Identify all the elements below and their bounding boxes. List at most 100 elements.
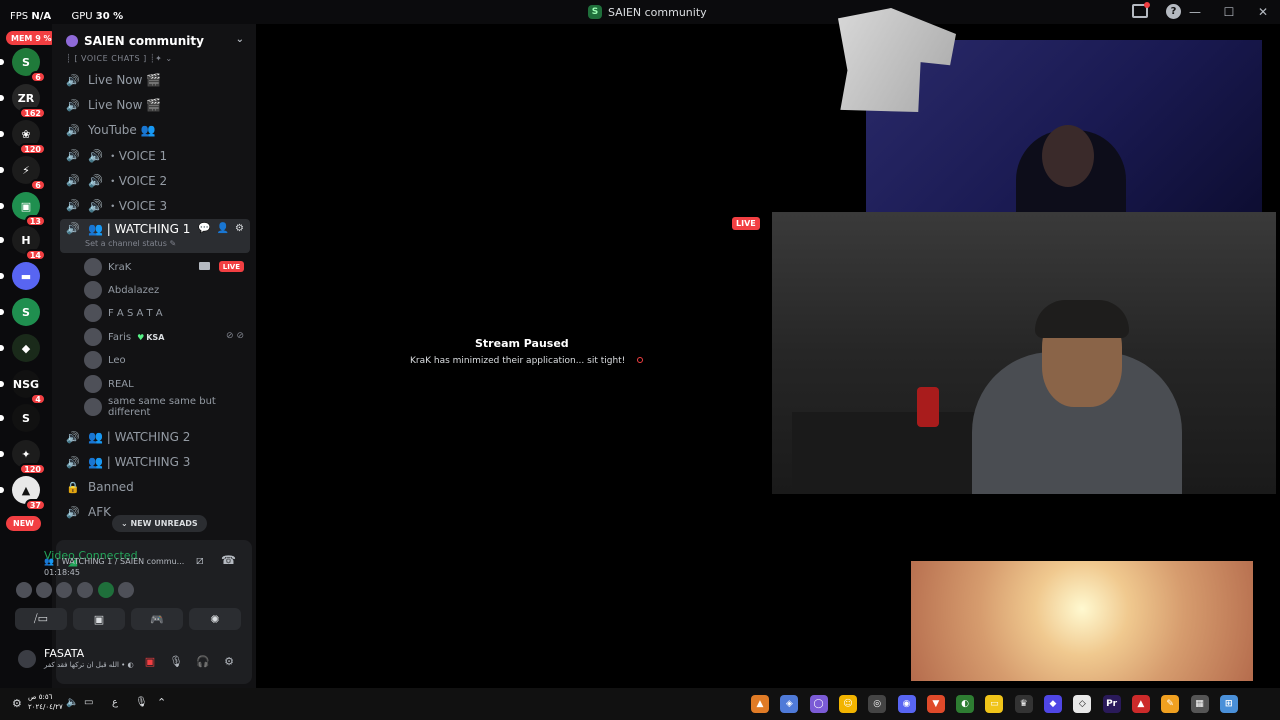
camera-off-icon[interactable]: ▣ <box>142 653 158 669</box>
server-icon[interactable]: S6 <box>0 48 46 83</box>
invite-icon[interactable]: 👤 <box>217 223 229 234</box>
voice-channel-active[interactable]: 🔊 👥 | WATCHING 1 Set a channel status ✎ 💬 👤 ⚙ <box>60 219 250 253</box>
server-icon[interactable]: S <box>0 298 40 326</box>
video-tile-bottom[interactable] <box>911 561 1253 681</box>
live-badge: LIVE <box>732 217 760 230</box>
voice-channel[interactable]: 🔊 YouTube 👥 <box>60 119 250 141</box>
taskbar-app-icon[interactable]: ◆ <box>1044 695 1062 713</box>
chat-icon[interactable]: 💬 <box>198 223 210 234</box>
taskbar-app-icon[interactable]: ☺ <box>838 695 857 713</box>
server-icon[interactable]: NSG 4 <box>0 370 46 405</box>
server-header[interactable]: SAIEN community ⌄ <box>52 28 256 54</box>
server-icon[interactable]: ZR 162 <box>0 84 46 119</box>
minimize-button[interactable]: — <box>1178 0 1212 24</box>
participant-avatar[interactable] <box>16 582 32 598</box>
server-icon[interactable]: ◆ <box>0 334 40 362</box>
voice-user-name: KraK <box>108 261 132 273</box>
participant-avatar[interactable] <box>77 582 93 598</box>
activity-button[interactable]: 🎮 <box>131 608 183 630</box>
voice-channel[interactable]: 🔊 Live Now 🎬 <box>60 94 250 116</box>
mem-value: 9 % <box>35 33 52 43</box>
voice-channel[interactable]: 🔊 👥 | WATCHING 2 <box>60 426 250 448</box>
taskbar-app-icon[interactable]: ⊞ <box>1219 695 1238 713</box>
clock-time: ٥:٥٦ ص <box>28 693 53 701</box>
chevron-up-icon[interactable]: ⌃ <box>157 696 166 709</box>
voice-user[interactable]: Faris ♥ KSA ⊘ ⊘ <box>84 327 248 347</box>
maximize-button[interactable]: ☐ <box>1212 0 1246 24</box>
new-unreads-pill[interactable]: ⌄ NEW UNREADS <box>112 515 207 532</box>
volume-icon[interactable]: 🔈 <box>66 697 78 708</box>
voice-channel[interactable]: 🔊 👥 | WATCHING 3 <box>60 451 250 473</box>
participant-avatar[interactable] <box>56 582 72 598</box>
microphone-icon[interactable]: 🎙 <box>168 653 184 669</box>
voice-user[interactable]: Leo <box>84 350 248 370</box>
avatar <box>84 258 102 276</box>
share-screen-button[interactable]: ▣ <box>73 608 125 630</box>
microphone-shape <box>917 387 939 427</box>
voice-user[interactable]: F A S A T A <box>84 303 248 323</box>
settings-icon[interactable]: ⚙ <box>12 697 22 710</box>
taskbar-app-icon[interactable]: ▦ <box>1190 695 1209 713</box>
server-icon[interactable]: S <box>0 404 40 432</box>
server-icon[interactable]: ▬ <box>0 262 40 290</box>
taskbar-app-icon[interactable]: ▭ <box>985 695 1004 713</box>
voice-user-name: Abdalazez <box>108 284 160 296</box>
server-icon[interactable]: ❀ 120 <box>0 120 46 155</box>
fps-label: FPS <box>10 11 29 22</box>
participant-avatar[interactable] <box>98 582 114 598</box>
close-button[interactable]: ✕ <box>1246 0 1280 24</box>
server-icon[interactable]: H 14 <box>0 226 46 261</box>
soundboard-button[interactable]: ✺ <box>189 608 241 630</box>
custom-status[interactable]: الله قبل ان تركها فقد كفر • ◐ <box>44 661 134 669</box>
taskbar-app-icon[interactable]: ▲ <box>1131 695 1150 713</box>
language-indicator[interactable]: ع <box>112 697 118 708</box>
camera-off-button[interactable]: ⧸▭ <box>15 608 67 630</box>
voice-channel[interactable]: 🔒 Banned <box>60 476 250 498</box>
taskbar-app-icon[interactable]: ◯ <box>809 695 828 713</box>
avatar[interactable] <box>18 650 36 668</box>
voice-user[interactable]: Abdalazez <box>84 280 248 300</box>
window-title: S SAIEN community <box>588 4 707 20</box>
inbox-icon[interactable] <box>1132 2 1150 18</box>
username[interactable]: FASATA <box>44 647 84 660</box>
voice-channel[interactable]: 🔊 Live Now 🎬 <box>60 69 250 91</box>
live-badge[interactable]: LIVE <box>218 261 244 272</box>
taskbar-app-icon[interactable]: ✎ <box>1161 695 1180 713</box>
category-voice-chats[interactable]: ┊ [ VOICE CHATS ] ┊✦ ⌄ <box>66 54 173 63</box>
participant-avatar[interactable] <box>36 582 52 598</box>
gear-icon[interactable]: ⚙ <box>221 653 237 669</box>
voice-user[interactable]: same same same but different <box>84 396 248 418</box>
channel-status[interactable]: Set a channel status ✎ <box>85 239 176 248</box>
taskbar-app-icon[interactable]: ◉ <box>897 695 916 713</box>
taskbar-app-icon[interactable]: ◐ <box>956 695 975 713</box>
headphones-icon[interactable]: 🎧 <box>195 653 211 669</box>
disconnect-icon[interactable]: ☎ <box>221 553 236 567</box>
taskbar-app-icon[interactable]: ▲ <box>751 695 769 713</box>
microphone-icon[interactable]: 🎙 <box>135 697 148 708</box>
taskbar-app-icon[interactable]: Pr <box>1102 695 1121 713</box>
network-icon[interactable]: ▭ <box>84 697 93 708</box>
voice-channel[interactable]: 🔊 🔊 ・VOICE 1 <box>60 144 250 166</box>
gear-icon[interactable]: ⚙ <box>235 223 244 234</box>
new-badge[interactable]: NEW <box>6 516 41 531</box>
server-icon[interactable]: ✦ 120 <box>0 440 46 475</box>
server-icon[interactable]: ⚡ 6 <box>0 156 46 191</box>
noise-suppression-icon[interactable]: ⧄ <box>196 553 204 568</box>
participant-avatar[interactable] <box>118 582 134 598</box>
speaker-icon: 🔊 <box>66 430 80 444</box>
voice-channel[interactable]: 🔊 🔊 ・VOICE 3 <box>60 194 250 216</box>
taskbar-app-icon[interactable]: ▼ <box>926 695 945 713</box>
server-icon[interactable]: ▣ 13 <box>0 192 46 227</box>
taskbar-clock[interactable]: ٥:٥٦ ص ٢٠٢٤/٠٤/٢٧ <box>28 692 63 712</box>
taskbar-app-icon[interactable]: ◇ <box>1073 695 1092 713</box>
voice-channel[interactable]: 🔊 🔊 ・VOICE 2 <box>60 169 250 191</box>
taskbar-app-icon[interactable]: ♛ <box>1014 695 1033 713</box>
taskbar-app-icon[interactable]: ◎ <box>868 695 887 713</box>
voice-user[interactable]: KraK LIVE <box>84 257 248 277</box>
server-icon[interactable]: ▲ 37 <box>0 476 46 511</box>
voice-channel-path[interactable]: 👥 | WATCHING 1 / SAIEN commu... <box>44 557 184 566</box>
voice-user[interactable]: REAL <box>84 374 248 394</box>
taskbar-app-icon[interactable]: ◈ <box>780 695 799 713</box>
webcam-tile-main[interactable] <box>772 212 1276 494</box>
mention-badge: 120 <box>19 143 46 155</box>
